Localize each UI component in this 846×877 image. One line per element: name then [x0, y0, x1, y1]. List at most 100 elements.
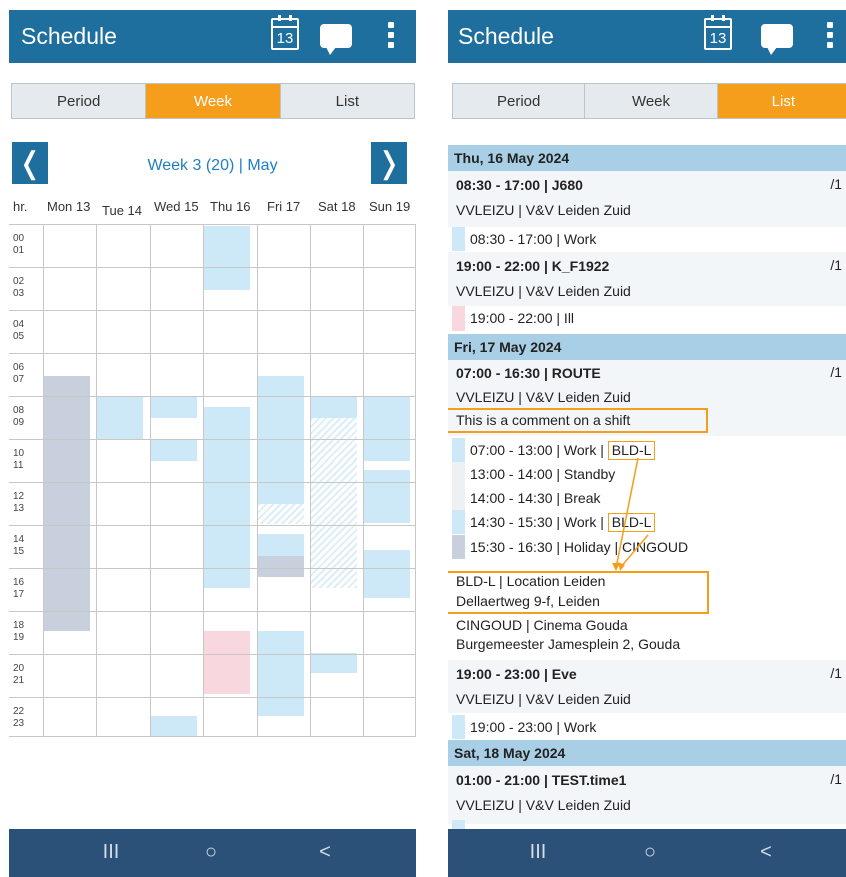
view-switcher: Period Week List	[11, 83, 415, 119]
day-header-thu: Thu, 16 May 2024	[448, 145, 846, 171]
day-header-sat: Sat, 18 May 2024	[448, 740, 846, 766]
week-grid: 00 01 02 03 04 05 06 07 08 09 10 11 12 13 14 15 …	[9, 224, 416, 737]
shift-block[interactable]	[44, 376, 90, 631]
shift-block[interactable]	[364, 550, 410, 598]
shift-title-row[interactable]: 01:00 - 21:00 | TEST.time1 /1	[448, 766, 846, 794]
location-name: CINGOUD | Cinema Gouda	[456, 617, 628, 633]
shift-title: 07:00 - 16:30 | ROUTE	[456, 365, 601, 381]
shift-location: VVLEIZU | V&V Leiden Zuid	[456, 283, 631, 299]
week-view-screen: Schedule 13 Period Week List ❬ Week 3 (2…	[9, 0, 416, 877]
shift-title-row[interactable]: 19:00 - 23:00 | Eve /1	[448, 660, 846, 688]
hour-label: 10 11	[13, 448, 25, 471]
location-tag[interactable]: BLD-L	[607, 513, 656, 532]
shift-block[interactable]	[311, 397, 357, 418]
arrow-head	[612, 563, 620, 571]
shift-title: 19:00 - 22:00 | K_F1922	[456, 258, 610, 274]
shift-location: VVLEIZU | V&V Leiden Zuid	[456, 691, 631, 707]
hour-label: 22 23	[13, 706, 25, 729]
list-view-screen: Schedule 13 Period Week List Thu, 16 May…	[448, 0, 846, 877]
location-tag[interactable]: BLD-L	[607, 441, 656, 460]
shift-part: 15:30 - 16:30 | Holiday | CINGOUD	[470, 539, 689, 555]
shift-block[interactable]	[258, 631, 304, 716]
shift-block[interactable]	[204, 407, 250, 588]
system-nav-bar: III ○ <	[9, 829, 416, 877]
system-nav-bar: III ○ <	[448, 829, 846, 877]
app-title: Schedule	[21, 23, 117, 49]
shift-part: 14:00 - 14:30 | Break	[470, 490, 601, 506]
shift-location-row: VVLEIZU | V&V Leiden Zuid	[448, 386, 846, 408]
tab-period[interactable]: Period	[12, 84, 147, 118]
shift-block[interactable]	[151, 397, 197, 418]
week-label: Week 3 (20) | May	[147, 157, 278, 174]
location-name: BLD-L | Location Leiden	[456, 573, 606, 589]
shift-title-row[interactable]: 08:30 - 17:00 | J680 /1	[448, 171, 846, 199]
more-options-icon[interactable]	[827, 22, 833, 50]
shift-count: /1	[830, 257, 842, 273]
hour-label: 06 07	[13, 362, 25, 385]
shift-title-row[interactable]: 19:00 - 22:00 | K_F1922 /1	[448, 252, 846, 280]
recents-button[interactable]: III	[518, 841, 558, 864]
next-week-button[interactable]: ❭	[371, 142, 407, 184]
hour-label: 14 15	[13, 534, 25, 557]
recents-button[interactable]: III	[91, 841, 131, 864]
shift-block[interactable]	[258, 504, 304, 524]
shift-location-row: VVLEIZU | V&V Leiden Zuid	[448, 280, 846, 306]
app-title: Schedule	[458, 23, 554, 49]
tab-list[interactable]: List	[280, 84, 414, 118]
day-header-fri[interactable]: Fri 17	[267, 199, 300, 214]
chat-icon[interactable]	[320, 24, 352, 55]
more-options-icon[interactable]	[388, 22, 394, 50]
hour-label: 00 01	[13, 233, 25, 256]
shift-location-row: VVLEIZU | V&V Leiden Zuid	[448, 688, 846, 713]
tab-week[interactable]: Week	[146, 84, 281, 118]
shift-part: 19:00 - 23:00 | Work	[470, 719, 597, 735]
hour-label: 18 19	[13, 620, 25, 643]
shift-block[interactable]	[204, 226, 250, 290]
shift-block[interactable]	[258, 534, 304, 556]
shift-part: 08:30 - 17:00 | Work	[470, 231, 597, 247]
shift-block[interactable]	[364, 397, 410, 461]
shift-title-row[interactable]: 07:00 - 16:30 | ROUTE /1	[448, 360, 846, 386]
day-header-fri: Fri, 17 May 2024	[448, 334, 846, 360]
home-button[interactable]: ○	[191, 841, 231, 864]
shift-location-row: VVLEIZU | V&V Leiden Zuid	[448, 794, 846, 824]
arrow-head	[618, 562, 625, 571]
shift-block[interactable]	[258, 556, 304, 577]
shift-title: 19:00 - 23:00 | Eve	[456, 666, 577, 682]
tab-week[interactable]: Week	[585, 84, 718, 118]
tab-list[interactable]: List	[717, 84, 846, 118]
day-header-wed[interactable]: Wed 15	[154, 199, 199, 214]
shift-block[interactable]	[364, 470, 410, 523]
calendar-today-icon[interactable]: 13	[271, 15, 299, 50]
app-bar: Schedule 13	[448, 10, 846, 63]
shift-block[interactable]	[151, 716, 197, 737]
day-header-thu[interactable]: Thu 16	[210, 199, 250, 214]
tab-period[interactable]: Period	[453, 84, 586, 118]
calendar-today-icon[interactable]: 13	[704, 15, 732, 50]
home-button[interactable]: ○	[630, 841, 670, 864]
day-header-mon[interactable]: Mon 13	[47, 199, 90, 214]
shift-block[interactable]	[97, 397, 143, 440]
shift-block[interactable]	[311, 653, 357, 673]
back-button[interactable]: <	[746, 841, 786, 864]
hour-column-header: hr.	[13, 199, 28, 214]
location-address: Dellaertweg 9-f, Leiden	[456, 593, 600, 609]
shift-part: 07:00 - 13:00 | Work | BLD-L	[448, 438, 846, 462]
shift-count: /1	[830, 665, 842, 681]
day-header-sat[interactable]: Sat 18	[318, 199, 356, 214]
chat-icon[interactable]	[761, 24, 793, 55]
day-header-tue[interactable]: Tue 14	[102, 203, 142, 218]
shift-location: VVLEIZU | V&V Leiden Zuid	[456, 202, 631, 218]
shift-title: 01:00 - 21:00 | TEST.time1	[456, 772, 627, 788]
shift-part: 13:00 - 14:00 | Standby	[470, 466, 616, 482]
shift-block[interactable]	[204, 631, 250, 694]
hour-label: 04 05	[13, 319, 25, 342]
shift-location-row: VVLEIZU | V&V Leiden Zuid	[448, 199, 846, 227]
shift-count: /1	[830, 364, 842, 380]
hour-label: 12 13	[13, 491, 25, 514]
day-header-sun[interactable]: Sun 19	[369, 199, 410, 214]
shift-count: /1	[830, 771, 842, 787]
back-button[interactable]: <	[305, 841, 345, 864]
comment-highlight-box	[448, 408, 708, 433]
shift-block[interactable]	[151, 440, 197, 461]
